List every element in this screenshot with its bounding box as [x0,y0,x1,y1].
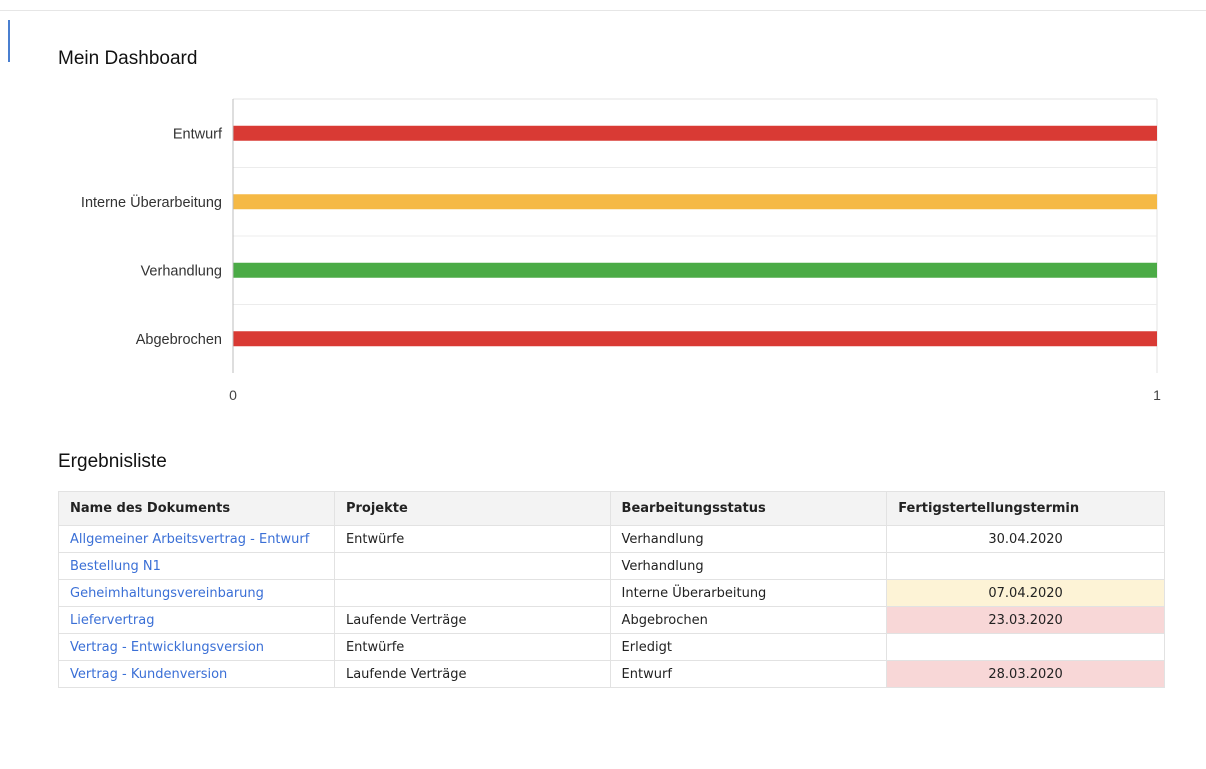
due-date-cell: 23.03.2020 [886,606,1165,634]
column-header-status[interactable]: Bearbeitungsstatus [609,491,888,526]
project-cell: Laufende Verträge [333,660,611,688]
results-title: Ergebnisliste [58,451,167,472]
x-tick-label: 0 [229,387,237,403]
due-date-cell: 07.04.2020 [886,579,1165,607]
dashboard-page: Mein Dashboard Entwurf Interne Überarbeit… [0,0,1206,769]
document-link[interactable]: Vertrag - Entwicklungsversion [70,640,264,655]
bar-0 [233,125,1157,141]
project-cell [333,552,611,580]
status-bar-chart: Entwurf Interne Überarbeitung Verhandlung A… [81,98,1161,403]
document-link[interactable]: Allgemeiner Arbeitsvertrag - Entwurf [70,532,309,547]
document-name-cell: Allgemeiner Arbeitsvertrag - Entwurf [58,525,335,553]
table-row[interactable]: Liefervertrag Laufende Verträge Abgebroche… [58,606,1165,634]
category-label: Interne Überarbeitung [81,193,222,211]
document-name-cell: Vertrag - Entwicklungsversion [58,633,335,661]
status-cell: Abgebrochen [609,606,888,634]
project-cell: Laufende Verträge [333,606,611,634]
document-name-cell: Vertrag - Kundenversion [58,660,335,688]
column-header-due-date[interactable]: Fertigstertellungstermin [886,491,1165,526]
table-row[interactable]: Bestellung N1 Verhandlung [58,552,1165,580]
column-header-projects[interactable]: Projekte [333,491,611,526]
table-row[interactable]: Vertrag - Kundenversion Laufende Verträge… [58,660,1165,688]
project-cell [333,579,611,607]
category-label: Abgebrochen [136,332,222,348]
document-link[interactable]: Vertrag - Kundenversion [70,667,227,682]
bar-2 [233,262,1157,278]
status-cell: Erledigt [609,633,888,661]
document-link[interactable]: Bestellung N1 [70,559,161,574]
document-name-cell: Liefervertrag [58,606,335,634]
x-tick-label: 1 [1153,387,1161,403]
bar-3 [233,331,1157,347]
document-link[interactable]: Geheimhaltungsvereinbarung [70,586,264,601]
table-row[interactable]: Vertrag - Entwicklungsversion Entwürfe Erl… [58,633,1165,661]
bar-1 [233,194,1157,210]
table-row[interactable]: Geheimhaltungsvereinbarung Interne Überar… [58,579,1165,607]
due-date-cell: 30.04.2020 [886,525,1165,553]
status-cell: Interne Überarbeitung [609,579,888,607]
document-name-cell: Bestellung N1 [58,552,335,580]
status-cell: Entwurf [609,660,888,688]
document-name-cell: Geheimhaltungsvereinbarung [58,579,335,607]
project-cell: Entwürfe [333,633,611,661]
column-header-document-name[interactable]: Name des Dokuments [58,491,335,526]
document-link[interactable]: Liefervertrag [70,613,154,628]
status-cell: Verhandlung [609,525,888,553]
status-cell: Verhandlung [609,552,888,580]
results-table: Name des Dokuments Projekte Bearbeitungs… [58,491,1165,688]
results-header-row: Name des Dokuments Projekte Bearbeitungs… [58,491,1165,526]
due-date-cell [886,633,1165,661]
table-row[interactable]: Allgemeiner Arbeitsvertrag - Entwurf Entw… [58,525,1165,553]
category-label: Verhandlung [141,263,222,279]
results-body: Allgemeiner Arbeitsvertrag - Entwurf Entw… [58,525,1165,688]
due-date-cell [886,552,1165,580]
category-label: Entwurf [173,126,223,142]
due-date-cell: 28.03.2020 [886,660,1165,688]
project-cell: Entwürfe [333,525,611,553]
